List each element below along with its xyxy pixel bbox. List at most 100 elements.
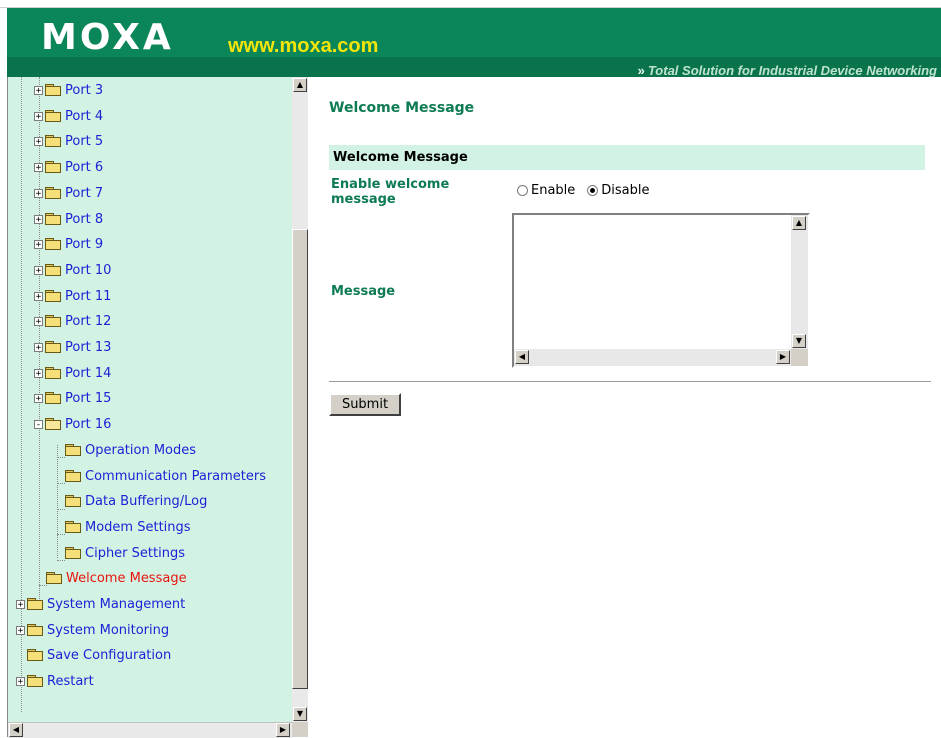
sidebar-item-label[interactable]: Port 9 [65, 237, 103, 252]
textarea-vertical-scrollbar[interactable]: ▲ ▼ [791, 215, 808, 349]
sidebar-item[interactable]: + Port 15 [34, 387, 111, 409]
sidebar-item[interactable]: + Port 13 [34, 336, 111, 358]
scrollbar-thumb[interactable] [292, 229, 308, 689]
sidebar-item-label[interactable]: Port 12 [65, 314, 111, 329]
expand-icon[interactable]: + [34, 265, 43, 275]
expand-icon[interactable]: + [34, 393, 43, 403]
sidebar-item[interactable]: + System Monitoring [16, 619, 169, 641]
sidebar-item-label[interactable]: Port 14 [65, 366, 111, 381]
sidebar-item[interactable]: + System Management [16, 593, 185, 615]
folder-open-icon [45, 418, 61, 430]
sidebar-item[interactable]: + Port 11 [34, 285, 111, 307]
folder-icon [45, 213, 61, 225]
site-url: www.moxa.com [228, 35, 379, 57]
sidebar-item[interactable]: Welcome Message [46, 567, 187, 589]
folder-icon [65, 470, 81, 482]
message-textarea[interactable] [514, 215, 791, 349]
sidebar-item-label[interactable]: Port 3 [65, 83, 103, 98]
folder-icon [45, 161, 61, 173]
expand-icon[interactable]: + [34, 291, 43, 301]
folder-icon [65, 521, 81, 533]
expand-icon[interactable]: + [34, 136, 43, 146]
folder-icon [65, 547, 81, 559]
expand-icon[interactable]: + [34, 239, 43, 249]
enable-radio-label[interactable]: Enable [531, 183, 575, 198]
sidebar-item[interactable]: + Port 9 [34, 233, 103, 255]
sidebar-item[interactable]: + Port 10 [34, 259, 111, 281]
folder-icon [27, 675, 43, 687]
expand-icon[interactable]: + [34, 188, 43, 198]
folder-icon [65, 495, 81, 507]
scrollbar-corner [292, 722, 308, 737]
disable-radio-label[interactable]: Disable [601, 183, 649, 198]
expand-icon[interactable]: + [34, 368, 43, 378]
sidebar-item[interactable]: Operation Modes [65, 439, 196, 461]
sidebar-item-label[interactable]: Port 10 [65, 263, 111, 278]
textarea-scroll-right-button[interactable]: ▶ [776, 350, 790, 364]
expand-icon[interactable]: + [34, 316, 43, 326]
expand-icon[interactable]: + [16, 625, 25, 635]
textarea-scroll-down-button[interactable]: ▼ [792, 334, 806, 348]
sidebar-item-label[interactable]: Port 4 [65, 109, 103, 124]
navigation-tree: + Port 3 + Port 4 + Port 5 + Port 6 + Port 7 + Port… [8, 77, 292, 722]
sidebar-item[interactable]: Communication Parameters [65, 465, 266, 487]
sidebar-item-label[interactable]: Port 11 [65, 289, 111, 304]
sidebar-item-label[interactable]: Port 8 [65, 212, 103, 227]
expand-icon[interactable]: + [34, 111, 43, 121]
sidebar-item-label[interactable]: Port 6 [65, 160, 103, 175]
expand-icon[interactable]: + [16, 599, 25, 609]
expand-icon[interactable]: + [34, 85, 43, 95]
sidebar-item[interactable]: + Restart [16, 670, 94, 692]
expand-icon[interactable]: + [34, 162, 43, 172]
sidebar-item[interactable]: + Port 5 [34, 130, 103, 152]
sidebar-item-label[interactable]: System Management [47, 597, 185, 612]
sidebar-item[interactable]: + Port 6 [34, 156, 103, 178]
sidebar-item-label[interactable]: Port 5 [65, 134, 103, 149]
sidebar-item[interactable]: + Port 3 [34, 79, 103, 101]
textarea-scroll-left-button[interactable]: ◀ [515, 350, 529, 364]
sidebar-item[interactable]: + Port 12 [34, 310, 111, 332]
folder-icon [45, 392, 61, 404]
sidebar-item-label[interactable]: Restart [47, 674, 94, 689]
sidebar-vertical-scrollbar[interactable]: ▲ ▼ [292, 77, 308, 722]
sidebar-item-label[interactable]: Port 15 [65, 391, 111, 406]
sidebar-item-label[interactable]: Port 16 [65, 417, 111, 432]
textarea-horizontal-scrollbar[interactable]: ◀ ▶ [514, 349, 791, 366]
folder-icon [45, 84, 61, 96]
sidebar-item-label[interactable]: Cipher Settings [85, 546, 185, 561]
collapse-icon[interactable]: - [34, 419, 43, 429]
sidebar-item-label[interactable]: Communication Parameters [85, 469, 266, 484]
expand-icon[interactable]: + [16, 676, 25, 686]
enable-radio[interactable] [517, 185, 528, 196]
sidebar-item-label[interactable]: Data Buffering/Log [85, 494, 207, 509]
sidebar-item[interactable]: Cipher Settings [65, 542, 185, 564]
sidebar-item[interactable]: + Port 7 [34, 182, 103, 204]
sidebar-item[interactable]: Data Buffering/Log [65, 490, 207, 512]
expand-icon[interactable]: + [34, 214, 43, 224]
sidebar-item[interactable]: Modem Settings [65, 516, 191, 538]
disable-radio[interactable] [587, 185, 599, 196]
textarea-scroll-up-button[interactable]: ▲ [792, 216, 806, 230]
sidebar-item[interactable]: + Port 14 [34, 362, 111, 384]
textarea-scrollbar-corner [791, 349, 808, 366]
sidebar-item-label[interactable]: Save Configuration [47, 648, 171, 663]
sidebar-item-label[interactable]: System Monitoring [47, 623, 169, 638]
tree-connector-line [57, 534, 65, 535]
submit-button[interactable]: Submit [329, 393, 401, 416]
sidebar-item-label[interactable]: Port 13 [65, 340, 111, 355]
sidebar-horizontal-scrollbar[interactable]: ◀ ▶ [8, 722, 292, 738]
sidebar-item-label[interactable]: Operation Modes [85, 443, 196, 458]
scroll-right-button[interactable]: ▶ [276, 723, 290, 737]
page-title: Welcome Message [329, 100, 475, 116]
scroll-left-button[interactable]: ◀ [9, 723, 23, 737]
sidebar-item-label[interactable]: Welcome Message [66, 571, 187, 586]
sidebar-item[interactable]: + Port 8 [34, 208, 103, 230]
sidebar-item-label[interactable]: Modem Settings [85, 520, 191, 535]
sidebar-item[interactable]: - Port 16 [34, 413, 111, 435]
sidebar-item[interactable]: Save Configuration [27, 644, 171, 666]
scroll-up-button[interactable]: ▲ [293, 78, 307, 92]
sidebar-item-label[interactable]: Port 7 [65, 186, 103, 201]
sidebar-item[interactable]: + Port 4 [34, 105, 103, 127]
expand-icon[interactable]: + [34, 342, 43, 352]
scroll-down-button[interactable]: ▼ [293, 707, 307, 721]
